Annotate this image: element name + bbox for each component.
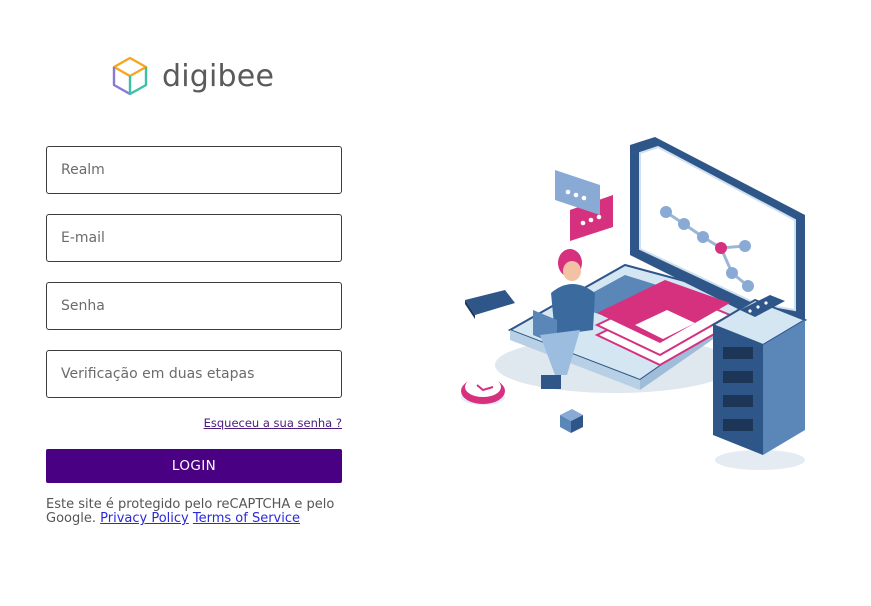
recaptcha-notice: Este site é protegido pelo reCAPTCHA e p…: [46, 498, 346, 526]
clock-icon: [461, 377, 505, 405]
privacy-policy-link[interactable]: Privacy Policy: [100, 511, 189, 526]
server-rack-icon: [710, 295, 808, 470]
small-cube-icon: [560, 409, 583, 433]
brand-name: digibee: [162, 58, 275, 94]
password-input[interactable]: [46, 282, 342, 330]
email-input[interactable]: [46, 214, 342, 262]
hero-illustration: [461, 137, 808, 470]
cube-logo-icon: [112, 56, 148, 96]
two-factor-input[interactable]: [46, 350, 342, 398]
login-button[interactable]: LOGIN: [46, 449, 342, 483]
brand-logo: digibee: [108, 54, 274, 98]
forgot-password-link[interactable]: Esqueceu a sua senha ?: [204, 416, 342, 430]
device-icon: [465, 290, 515, 319]
chat-bubble-icon: [555, 170, 613, 241]
terms-of-service-link[interactable]: Terms of Service: [193, 511, 300, 526]
realm-input[interactable]: [46, 146, 342, 194]
